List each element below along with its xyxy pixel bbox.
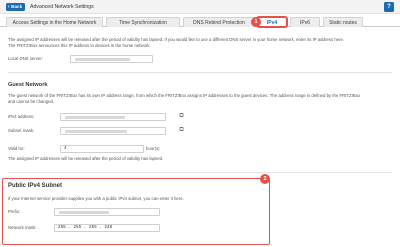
public-subnet-title: Public IPv4 Subnet xyxy=(8,183,63,189)
section-divider xyxy=(8,72,392,73)
valid-for-label: Valid for: xyxy=(8,146,25,151)
back-button[interactable]: ‹ Back xyxy=(6,3,26,11)
step-badge-2: 2 xyxy=(260,174,270,184)
chevron-left-icon: ‹ xyxy=(8,4,10,10)
redacted-value xyxy=(65,115,125,119)
tab-static-routes[interactable]: Static routes xyxy=(323,17,363,27)
copy-icon[interactable]: ⧉ xyxy=(178,113,185,120)
guest-subnet-label: Subnet mask: xyxy=(8,128,35,133)
guest-subnet-input[interactable] xyxy=(60,127,166,135)
valid-for-input[interactable]: 4 xyxy=(60,145,144,153)
local-dns-label: Local DNS server: xyxy=(8,56,43,61)
step-badge-1: 1 xyxy=(251,17,261,27)
help-button[interactable]: ? xyxy=(384,2,394,12)
section-divider xyxy=(8,172,392,173)
tab-dns-rebind-protection[interactable]: DNS Rebind Protection xyxy=(183,17,255,27)
guest-network-title: Guest Network xyxy=(8,82,48,88)
guest-released-text: The assigned IP addresses will be releas… xyxy=(8,156,164,161)
guest-network-text-2: and cannot be changed. xyxy=(8,99,55,104)
page-title: Advanced Network Settings xyxy=(30,4,94,10)
network-mask-label: Network mask: xyxy=(8,225,37,230)
tab-ipv6[interactable]: IPv6 xyxy=(290,17,320,27)
local-dns-input[interactable] xyxy=(70,55,153,63)
valid-for-unit: hour(s) xyxy=(146,146,160,151)
prefix-label: Prefix: xyxy=(8,209,21,214)
tab-ipv4[interactable]: IPv4 xyxy=(256,16,288,28)
public-subnet-text: If your Internet service provider suppli… xyxy=(8,196,184,201)
redacted-value xyxy=(65,129,127,133)
guest-ipv4-label: IPv4 address: xyxy=(8,114,35,119)
redacted-value xyxy=(75,57,130,61)
redacted-value xyxy=(59,210,109,214)
top-bar: ‹ Back Advanced Network Settings ? xyxy=(0,0,400,14)
back-button-label: Back xyxy=(11,4,23,9)
copy-icon[interactable]: ⧉ xyxy=(178,127,185,134)
prefix-input[interactable] xyxy=(54,208,160,216)
guest-ipv4-input[interactable] xyxy=(60,113,166,121)
home-network-text-2: The FRITZ!Box announces this IP address … xyxy=(8,43,151,48)
tab-access-settings[interactable]: Access Settings in the Home Network xyxy=(6,17,103,27)
network-mask-input[interactable]: 255 . 255 . 255 . 248 xyxy=(54,224,160,232)
tab-time-synchronization[interactable]: Time Synchronization xyxy=(106,17,180,27)
tab-bar: Access Settings in the Home Network Time… xyxy=(0,15,400,28)
